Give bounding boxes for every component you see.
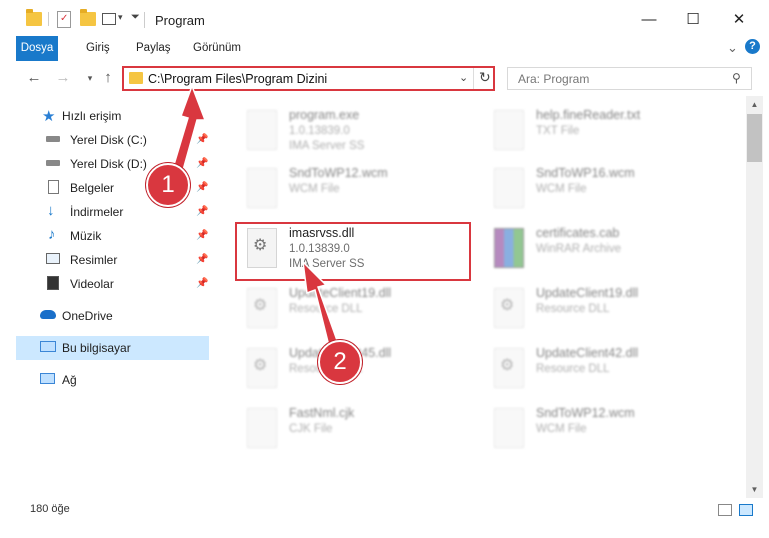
annotation-arrows [169,83,340,352]
arrow-2 [301,259,340,352]
step-2-callout: 2 [318,340,362,384]
step-1-callout: 1 [146,163,190,207]
